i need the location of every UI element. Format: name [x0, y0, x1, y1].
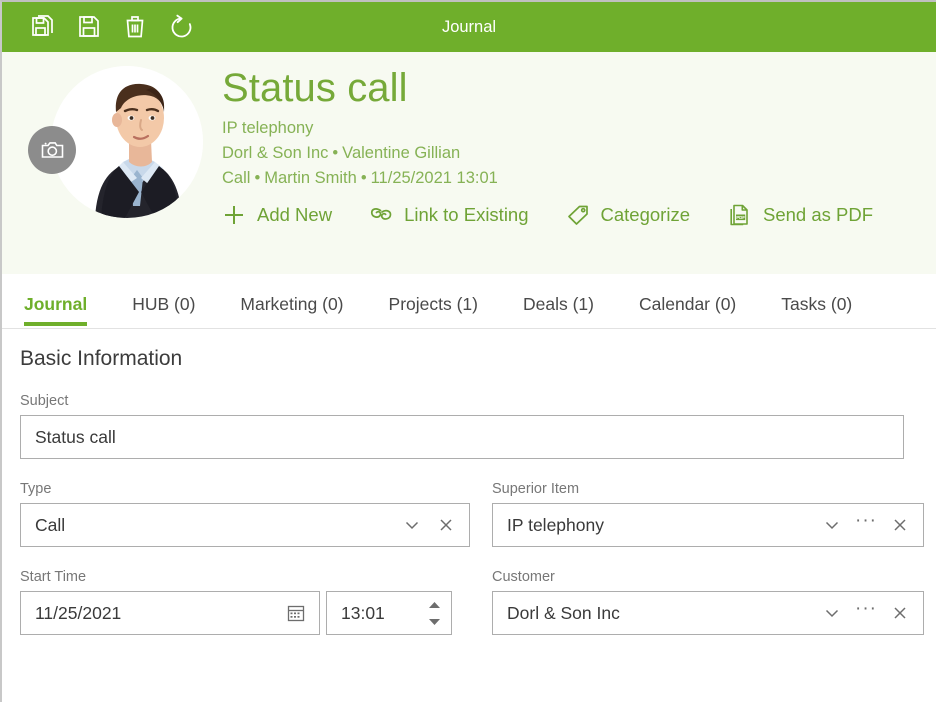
start-time-value: 13:01 — [341, 602, 385, 623]
header-customer: Dorl & Son Inc — [222, 144, 329, 162]
customer-field: Customer Dorl & Son Inc ··· — [492, 569, 924, 635]
tab-tasks[interactable]: Tasks (0) — [781, 294, 852, 329]
superior-item-input[interactable]: IP telephony ··· — [492, 503, 924, 547]
header-contact: Valentine Gillian — [342, 144, 461, 162]
more-options-icon[interactable]: ··· — [849, 505, 883, 545]
clear-icon[interactable] — [883, 593, 917, 633]
calendar-icon[interactable] — [279, 593, 313, 633]
customer-value: Dorl & Son Inc — [507, 602, 620, 623]
start-time-controls: 11/25/2021 13:01 — [20, 591, 470, 635]
header-info: Status call IP telephony Dorl & Son Inc •… — [222, 52, 936, 274]
customer-label: Customer — [492, 569, 555, 585]
header-line-3: Call • Martin Smith • 11/25/2021 13:01 — [222, 166, 936, 191]
section-title: Basic Information — [20, 347, 183, 370]
start-time-input[interactable]: 13:01 — [326, 591, 452, 635]
header-actions: Add New Link to Existing Categorize PDF … — [222, 203, 936, 227]
clear-icon[interactable] — [883, 505, 917, 545]
tab-marketing[interactable]: Marketing (0) — [240, 294, 343, 329]
ellipsis-label: ··· — [855, 510, 877, 531]
svg-text:PDF: PDF — [736, 215, 745, 220]
toolbar: Journal — [2, 2, 936, 52]
refresh-icon[interactable] — [158, 4, 204, 50]
chevron-down-icon[interactable] — [815, 593, 849, 633]
starttime-customer-row: Start Time 11/25/2021 13:01 Customer Dor… — [20, 569, 936, 635]
page-title: Status call — [222, 66, 408, 110]
tag-icon — [566, 203, 590, 227]
subject-input[interactable]: Status call — [20, 415, 904, 459]
header-line-2: Dorl & Son Inc • Valentine Gillian — [222, 141, 936, 166]
delete-icon[interactable] — [112, 4, 158, 50]
plus-icon — [222, 203, 246, 227]
separator-dot: • — [332, 144, 339, 162]
link-to-existing-button[interactable]: Link to Existing — [369, 204, 529, 226]
start-date-input[interactable]: 11/25/2021 — [20, 591, 320, 635]
link-to-existing-label: Link to Existing — [404, 204, 529, 225]
tab-projects[interactable]: Projects (1) — [389, 294, 478, 329]
ellipsis-label: ··· — [855, 598, 877, 619]
clear-icon[interactable] — [429, 505, 463, 545]
send-as-pdf-label: Send as PDF — [762, 204, 874, 225]
save-icon[interactable] — [66, 4, 112, 50]
categorize-label: Categorize — [600, 204, 690, 225]
start-time-field: Start Time 11/25/2021 13:01 — [20, 569, 470, 635]
tab-calendar[interactable]: Calendar (0) — [639, 294, 736, 329]
journal-window: Journal Status call IP telephony Dorl & … — [0, 0, 936, 702]
header-type: Call — [222, 169, 251, 187]
separator-dot: • — [254, 169, 261, 187]
header-datetime: 11/25/2021 13:01 — [370, 169, 498, 187]
customer-input[interactable]: Dorl & Son Inc ··· — [492, 591, 924, 635]
superior-item-field: Superior Item IP telephony ··· — [492, 481, 924, 547]
camera-icon[interactable] — [28, 126, 76, 174]
separator-dot: • — [360, 169, 367, 187]
superior-item-label: Superior Item — [492, 481, 580, 497]
tab-bar: Journal HUB (0) Marketing (0) Projects (… — [2, 274, 936, 329]
record-header: Status call IP telephony Dorl & Son Inc •… — [2, 52, 936, 274]
tab-deals[interactable]: Deals (1) — [523, 294, 594, 329]
time-spinner[interactable] — [421, 593, 447, 633]
header-subtitle: IP telephony — [222, 119, 314, 137]
type-field: Type Call — [20, 481, 470, 547]
subject-row: Subject Status call — [20, 393, 936, 459]
type-input[interactable]: Call — [20, 503, 470, 547]
chevron-down-icon[interactable] — [815, 505, 849, 545]
send-as-pdf-button[interactable]: PDF Send as PDF — [727, 203, 873, 227]
spinner-up-icon — [428, 601, 440, 608]
pdf-icon: PDF — [727, 203, 752, 227]
subject-field: Subject Status call — [20, 393, 904, 459]
start-time-label: Start Time — [20, 569, 87, 585]
type-superior-row: Type Call Superior Item IP telephony ··· — [20, 481, 936, 547]
tab-hub[interactable]: HUB (0) — [132, 294, 195, 329]
type-value: Call — [35, 514, 66, 535]
tab-journal[interactable]: Journal — [24, 294, 88, 329]
link-icon — [369, 204, 393, 226]
categorize-button[interactable]: Categorize — [566, 203, 690, 227]
spinner-down-icon — [428, 618, 440, 625]
save-and-new-icon[interactable] — [20, 4, 66, 50]
type-label: Type — [20, 481, 52, 497]
superior-item-value: IP telephony — [507, 514, 604, 535]
subject-value: Status call — [35, 426, 116, 447]
more-options-icon[interactable]: ··· — [849, 593, 883, 633]
add-new-button[interactable]: Add New — [222, 203, 332, 227]
header-owner: Martin Smith — [264, 169, 357, 187]
start-date-value: 11/25/2021 — [35, 602, 122, 623]
add-new-label: Add New — [257, 204, 333, 225]
subject-label: Subject — [20, 393, 69, 409]
basic-information-form: Basic Information Subject Status call Ty… — [2, 329, 936, 635]
avatar-area — [16, 52, 222, 258]
chevron-down-icon[interactable] — [395, 505, 429, 545]
